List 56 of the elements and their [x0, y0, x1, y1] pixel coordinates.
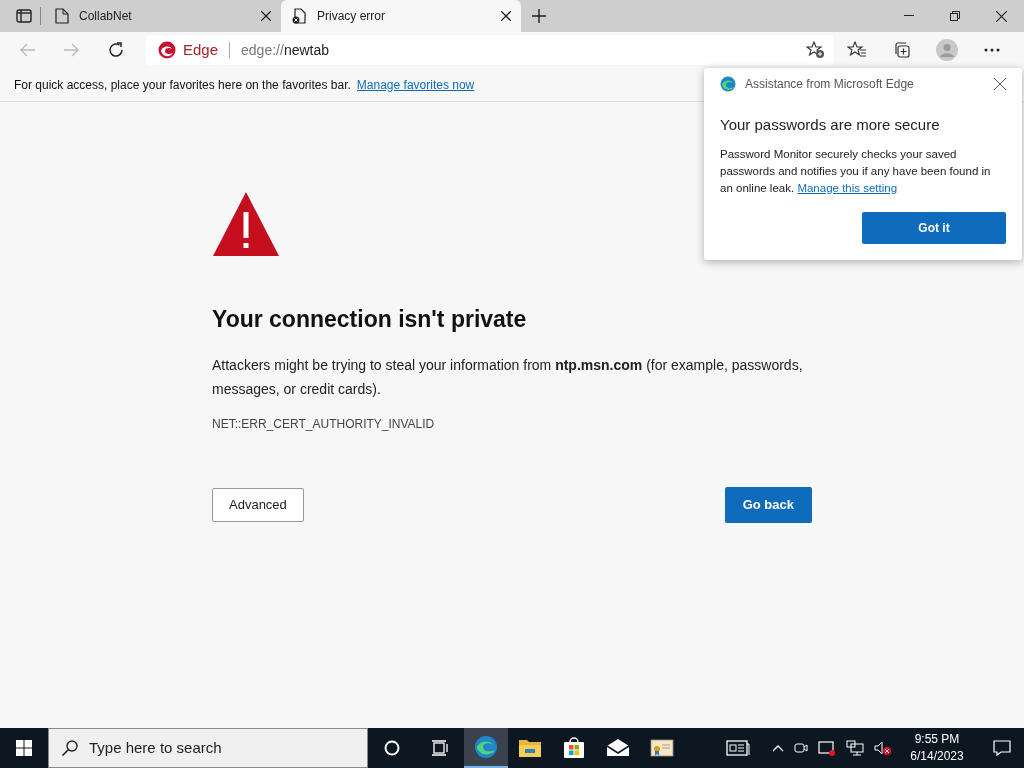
close-tab-icon[interactable]	[261, 11, 271, 21]
taskbar-search-field[interactable]: Type here to search	[48, 728, 368, 768]
tab-title: CollabNet	[79, 8, 133, 25]
popup-title: Your passwords are more secure	[720, 115, 941, 135]
profile-avatar-icon[interactable]	[935, 39, 958, 61]
page-icon	[55, 8, 69, 24]
close-icon[interactable]	[995, 10, 1007, 22]
more-options-icon[interactable]	[983, 48, 1000, 52]
clock-time[interactable]: 9:55 PM	[914, 731, 960, 748]
popup-body: Password Monitor securely checks your saved passwords and notifies you if any have been found in an online leak. Manage this setting	[720, 146, 992, 196]
close-tab-icon[interactable]	[501, 11, 511, 21]
search-placeholder: Type here to search	[89, 737, 222, 758]
close-icon[interactable]	[994, 78, 1006, 90]
refresh-icon[interactable]	[107, 41, 125, 59]
tab-actions-icon[interactable]	[16, 9, 32, 23]
browser-tab[interactable]: CollabNet	[45, 0, 281, 32]
search-icon	[61, 739, 79, 757]
url-text[interactable]: edge://newtab	[241, 39, 330, 61]
advanced-button[interactable]: Advanced	[212, 487, 304, 522]
volume-muted-icon[interactable]	[874, 740, 892, 756]
network-icon[interactable]	[846, 740, 864, 756]
error-code: NET::ERR_CERT_AUTHORITY_INVALID	[212, 415, 436, 433]
add-favorite-icon[interactable]	[806, 41, 826, 59]
go-back-button[interactable]: Go back	[724, 486, 812, 523]
news-icon[interactable]	[726, 740, 750, 756]
minimize-icon[interactable]	[904, 15, 914, 17]
collections-icon[interactable]	[892, 41, 911, 59]
warning-icon	[212, 190, 280, 258]
edge-logo-icon	[158, 41, 176, 59]
network-error-icon[interactable]	[818, 740, 836, 756]
meet-now-icon[interactable]	[794, 740, 808, 756]
restore-icon[interactable]	[950, 11, 960, 21]
favorites-bar-message: For quick access, place your favorites here on the favorites bar.	[14, 76, 351, 94]
error-description: Attackers might be trying to steal your information from ntp.msn.com (for example, passwords, messages, or credit cards).	[212, 355, 804, 399]
certificate-icon	[650, 736, 674, 760]
page-error-icon	[291, 8, 307, 24]
manage-setting-link[interactable]: Manage this setting	[797, 181, 898, 194]
tab-title: Privacy error	[317, 8, 386, 25]
got-it-button[interactable]: Got it	[862, 211, 1006, 244]
browser-tab[interactable]: Privacy error	[281, 0, 521, 32]
task-view-icon[interactable]	[431, 740, 449, 756]
manage-favorites-link[interactable]: Manage favorites now	[356, 75, 475, 94]
error-heading: Your connection isn't private	[212, 305, 528, 334]
edge-app-icon	[474, 735, 498, 759]
new-tab-icon[interactable]	[532, 9, 546, 23]
favorites-icon[interactable]	[846, 41, 867, 59]
popup-header: Assistance from Microsoft Edge	[745, 76, 914, 93]
cortana-icon[interactable]	[384, 740, 400, 756]
start-icon[interactable]	[16, 740, 32, 756]
edge-logo-icon	[720, 76, 736, 92]
notifications-icon[interactable]	[993, 740, 1011, 756]
address-bar[interactable]: Edge edge://newtab	[146, 35, 834, 65]
site-identity[interactable]: Edge	[183, 38, 219, 62]
clock-date[interactable]: 6/14/2023	[910, 748, 964, 765]
store-bag-icon	[562, 736, 586, 760]
chevron-up-icon[interactable]	[772, 744, 784, 752]
